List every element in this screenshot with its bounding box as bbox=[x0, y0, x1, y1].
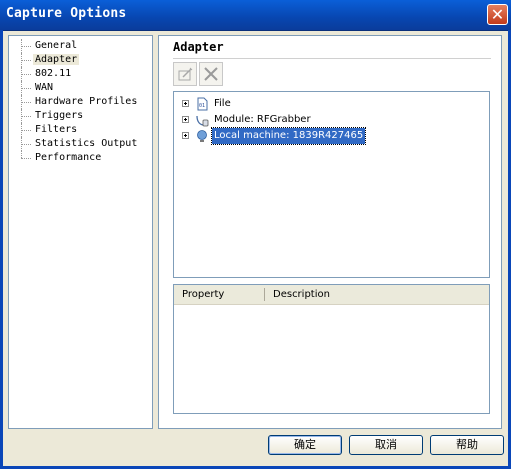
nav-item-filters[interactable]: Filters bbox=[15, 123, 139, 137]
edit-icon bbox=[178, 67, 193, 81]
tree-line bbox=[21, 144, 31, 145]
delete-button[interactable] bbox=[199, 62, 223, 86]
nav-item-label: Hardware Profiles bbox=[35, 96, 138, 107]
window-frame-left bbox=[0, 30, 3, 469]
nav-item-statistics-output[interactable]: Statistics Output bbox=[15, 137, 139, 151]
tree-line bbox=[21, 158, 31, 159]
adapter-panel: Adapter 01 File Module: RFGrabber Local … bbox=[158, 35, 502, 429]
column-divider[interactable] bbox=[264, 288, 265, 301]
properties-header: Property Description bbox=[174, 285, 489, 305]
nav-item-label: WAN bbox=[35, 82, 54, 93]
nav-item-label: General bbox=[35, 40, 78, 51]
tree-line bbox=[21, 151, 32, 158]
module-icon bbox=[196, 115, 209, 127]
tree-line bbox=[21, 116, 31, 117]
close-icon: ✕ bbox=[490, 5, 505, 24]
adapter-tree[interactable]: 01 File Module: RFGrabber Local machine: bbox=[173, 91, 490, 278]
file-icon: 01 bbox=[197, 97, 208, 111]
close-button[interactable]: ✕ bbox=[487, 4, 508, 25]
expand-icon[interactable] bbox=[182, 132, 189, 139]
nav-item-label: Statistics Output bbox=[35, 138, 138, 149]
tree-item-label: Local machine: 1839R427465 bbox=[210, 127, 367, 145]
capture-options-dialog: Capture Options ✕ General Adapter 802.11… bbox=[0, 0, 511, 469]
nav-item-triggers[interactable]: Triggers bbox=[15, 109, 139, 123]
nav-item-label: 802.11 bbox=[35, 68, 72, 79]
column-header-description[interactable]: Description bbox=[273, 285, 330, 304]
nav-item-label: Filters bbox=[35, 124, 78, 135]
tree-line bbox=[21, 130, 31, 131]
panel-heading: Adapter bbox=[173, 40, 224, 54]
tree-line bbox=[21, 102, 31, 103]
options-nav-panel: General Adapter 802.11 WAN Hardware Prof… bbox=[8, 35, 153, 429]
edit-button[interactable] bbox=[173, 62, 197, 86]
window-title: Capture Options bbox=[6, 6, 127, 21]
nav-item-802-11[interactable]: 802.11 bbox=[15, 67, 139, 81]
expand-icon[interactable] bbox=[182, 116, 189, 123]
tree-item-label: File bbox=[214, 98, 231, 109]
tree-line bbox=[21, 88, 31, 89]
nav-item-label: Triggers bbox=[35, 110, 84, 121]
delete-icon bbox=[204, 67, 218, 81]
nav-item-label: Adapter bbox=[33, 54, 80, 65]
title-bar[interactable]: Capture Options ✕ bbox=[0, 0, 511, 31]
heading-divider bbox=[173, 58, 491, 59]
local-machine-icon bbox=[197, 130, 207, 142]
nav-item-label: Performance bbox=[35, 152, 102, 163]
tree-item-label: Module: RFGrabber bbox=[214, 114, 311, 125]
cancel-button[interactable]: 取消 bbox=[349, 435, 423, 455]
column-header-property[interactable]: Property bbox=[182, 285, 224, 304]
nav-item-adapter[interactable]: Adapter bbox=[15, 53, 139, 67]
tree-line bbox=[21, 74, 31, 75]
tree-line bbox=[21, 60, 31, 61]
nav-item-wan[interactable]: WAN bbox=[15, 81, 139, 95]
tree-line bbox=[21, 46, 31, 47]
ok-button[interactable]: 确定 bbox=[268, 435, 342, 455]
expand-icon[interactable] bbox=[182, 100, 189, 107]
nav-item-hardware-profiles[interactable]: Hardware Profiles bbox=[15, 95, 139, 109]
help-button[interactable]: 帮助 bbox=[430, 435, 504, 455]
options-nav-tree: General Adapter 802.11 WAN Hardware Prof… bbox=[15, 39, 139, 165]
properties-list[interactable]: Property Description bbox=[173, 284, 490, 414]
svg-text:01: 01 bbox=[199, 103, 205, 109]
nav-item-performance[interactable]: Performance bbox=[15, 151, 139, 165]
nav-item-general[interactable]: General bbox=[15, 39, 139, 53]
